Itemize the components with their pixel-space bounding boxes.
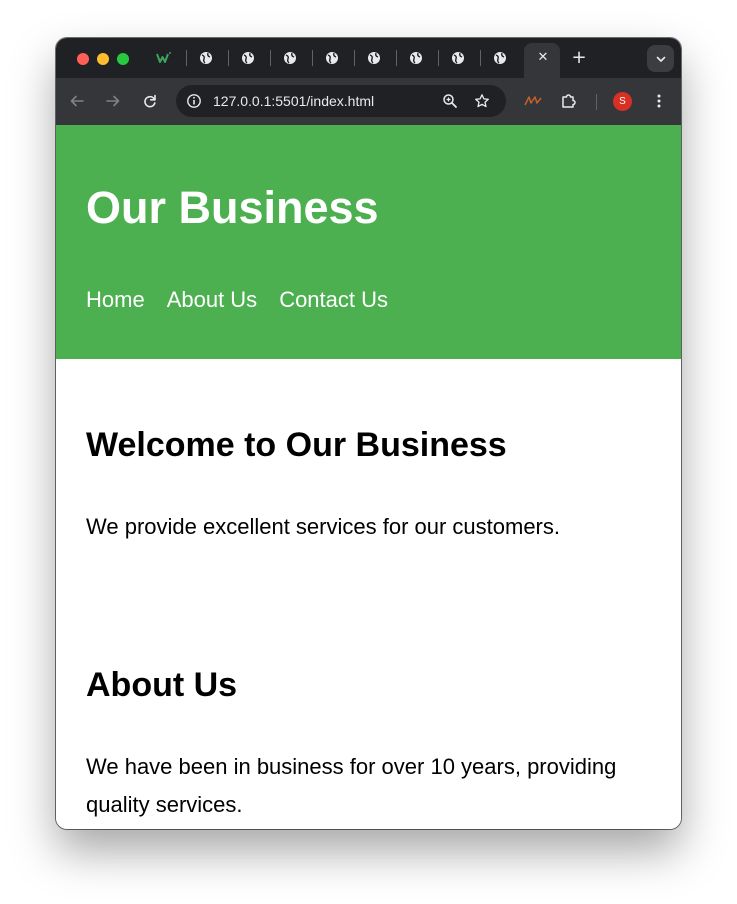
- tab-9[interactable]: [492, 50, 508, 66]
- tab-separator: [438, 50, 439, 66]
- nav-link-contact-us[interactable]: Contact Us: [279, 287, 388, 313]
- profile-avatar[interactable]: S: [613, 92, 632, 111]
- globe-icon: [284, 52, 296, 64]
- welcome-heading: Welcome to Our Business: [86, 426, 507, 464]
- nav-link-about-us[interactable]: About Us: [167, 287, 258, 313]
- tab-separator: [396, 50, 397, 66]
- globe-icon: [326, 52, 338, 64]
- bookmark-star-icon[interactable]: [474, 93, 490, 109]
- new-tab-button[interactable]: +: [571, 48, 587, 68]
- tab-4[interactable]: [282, 50, 298, 66]
- chevron-down-icon: [656, 56, 665, 62]
- reload-icon: [144, 94, 156, 108]
- tab-separator: [270, 50, 271, 66]
- site-title: Our Business: [86, 182, 379, 233]
- nav-link-home[interactable]: Home: [86, 287, 145, 313]
- page-viewport: Our Business Home About Us Contact Us We…: [56, 125, 681, 829]
- about-heading: About Us: [86, 666, 238, 704]
- back-button[interactable]: [66, 90, 88, 112]
- w-favicon: [156, 52, 171, 63]
- globe-icon: [368, 52, 380, 64]
- tab-1[interactable]: [156, 50, 172, 66]
- zoom-icon[interactable]: [442, 93, 458, 109]
- site-info-icon[interactable]: [186, 93, 202, 109]
- forward-button[interactable]: [102, 90, 124, 112]
- arrow-left-icon: [70, 95, 84, 107]
- tab-separator: [480, 50, 481, 66]
- tab-8[interactable]: [450, 50, 466, 66]
- tab-separator: [354, 50, 355, 66]
- extension-button[interactable]: [522, 90, 544, 112]
- globe-icon: [200, 52, 212, 64]
- address-bar[interactable]: 127.0.0.1:5501/index.html: [176, 85, 506, 117]
- about-text: We have been in business for over 10 yea…: [86, 754, 617, 817]
- tab-separator: [186, 50, 187, 66]
- browser-window: ✕ + 127.0.0.1:5501/index.html S Our Busi…: [56, 38, 681, 829]
- globe-icon: [410, 52, 422, 64]
- arrow-right-icon: [106, 95, 120, 107]
- tab-separator: [228, 50, 229, 66]
- toolbar-divider: [596, 94, 597, 110]
- window-maximize-button[interactable]: [117, 53, 129, 65]
- tab-2[interactable]: [198, 50, 214, 66]
- tab-strip: ✕ +: [56, 38, 681, 78]
- tab-close-icon[interactable]: ✕: [537, 50, 549, 66]
- tab-5[interactable]: [324, 50, 340, 66]
- site-nav: Home About Us Contact Us: [86, 287, 388, 313]
- tab-6[interactable]: [366, 50, 382, 66]
- puzzle-icon: [562, 94, 576, 108]
- url-text[interactable]: 127.0.0.1:5501/index.html: [213, 93, 374, 109]
- window-minimize-button[interactable]: [97, 53, 109, 65]
- reload-button[interactable]: [139, 90, 161, 112]
- globe-icon: [452, 52, 464, 64]
- tab-7[interactable]: [408, 50, 424, 66]
- site-header: Our Business Home About Us Contact Us: [56, 125, 681, 359]
- window-close-button[interactable]: [77, 53, 89, 65]
- squiggle-extension-icon: [524, 96, 542, 106]
- tab-3[interactable]: [240, 50, 256, 66]
- welcome-text: We provide excellent services for our cu…: [86, 514, 560, 539]
- globe-icon: [494, 52, 506, 64]
- tab-separator: [312, 50, 313, 66]
- menu-button[interactable]: [648, 90, 670, 112]
- browser-toolbar: 127.0.0.1:5501/index.html S: [56, 78, 681, 125]
- tab-search-button[interactable]: [647, 45, 674, 72]
- extensions-menu-button[interactable]: [558, 90, 580, 112]
- globe-icon: [242, 52, 254, 64]
- kebab-menu-icon: [657, 94, 661, 108]
